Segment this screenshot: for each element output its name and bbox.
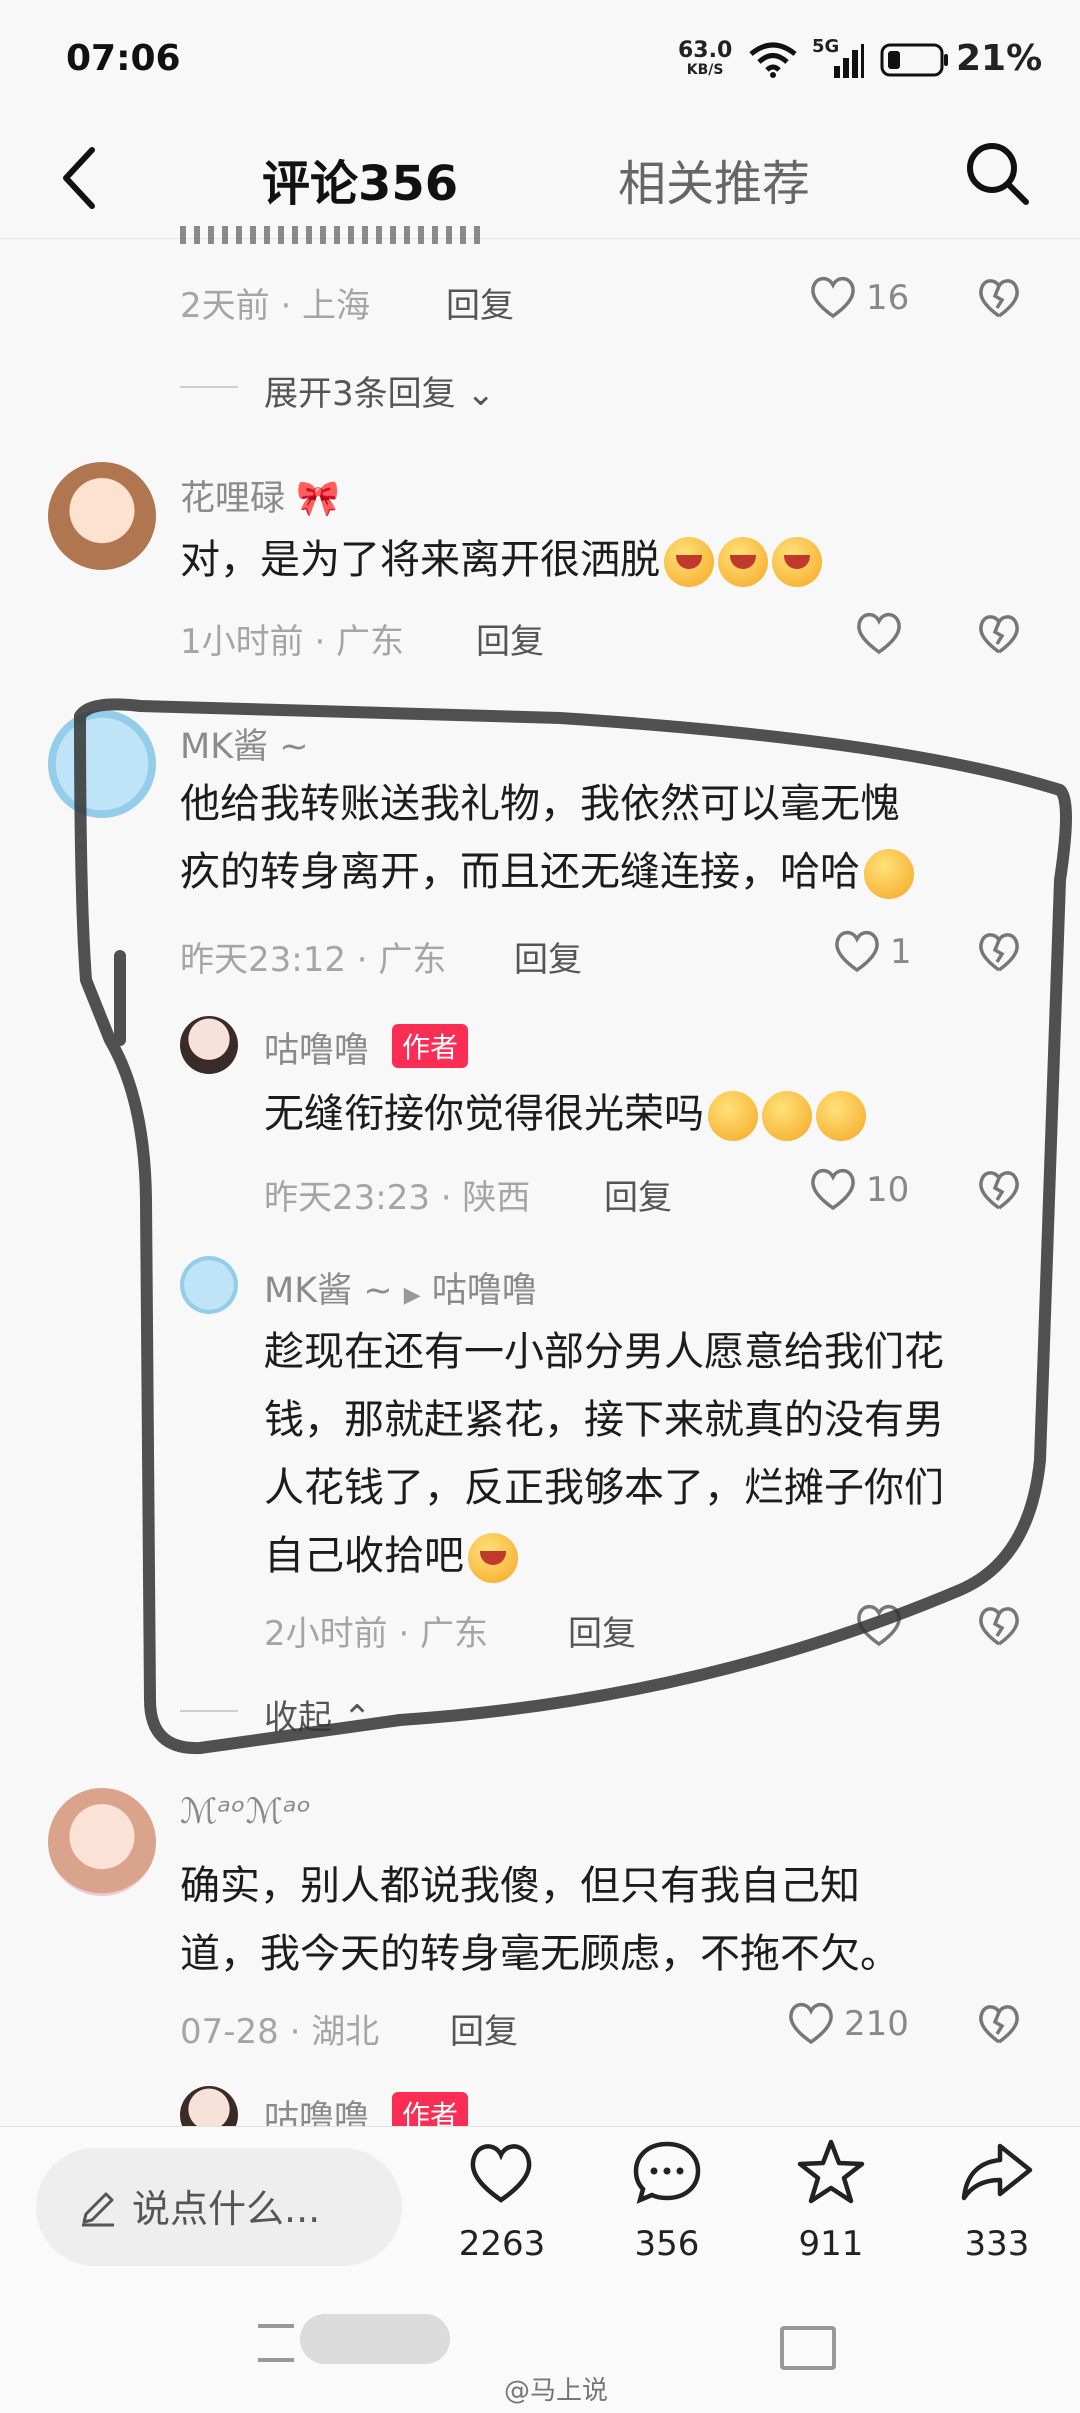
signal-icon [834,44,864,78]
reply-button[interactable]: 回复 [476,614,544,663]
status-bar: 07:06 63.0 KB/S 5G 21% [0,0,1080,120]
emoji-icon [708,1091,758,1141]
comment-text: 对，是为了将来离开很洒脱 [180,526,822,594]
expand-replies-button[interactable]: 展开3条回复 ⌄ [264,366,495,415]
reply-button[interactable]: 回复 [604,1170,672,1219]
like-icon[interactable] [786,2000,836,2046]
app-watermark-logo [300,2314,450,2364]
like-icon[interactable] [808,1166,858,1212]
like-icon[interactable] [854,610,904,656]
emoji-icon [718,537,768,587]
battery-icon [880,43,948,77]
like-icon[interactable] [466,2140,536,2206]
comment-text-line: 疚的转身离开，而且还无缝连接，哈哈 [180,838,914,906]
username[interactable]: ℳᵃᵒℳᵃᵒ [180,1792,311,1832]
reply-meta: 2小时前 · 广东 [264,1614,489,1654]
reply-text-line: 人花钱了，反正我够本了，烂摊子你们 [264,1465,944,1511]
scrolled-text-fragment [180,226,480,246]
like-total: 2263 [458,2224,546,2264]
reply-text-line: 钱，那就赶紧花，接下来就真的没有男 [264,1397,944,1443]
username[interactable]: 咕噜噜 [264,1022,369,1073]
network-speed: 63.0 KB/S [678,38,733,79]
avatar[interactable] [180,1256,238,1314]
comment-text-line: 道，我今天的转身毫无顾虑，不拖不欠。 [180,1931,900,1977]
avatar[interactable] [48,462,156,570]
divider-dash [180,1710,238,1712]
comment-meta: 2天前 · 上海 [180,286,371,326]
dislike-icon[interactable] [976,1604,1022,1648]
collapse-replies-button[interactable]: 收起 ⌃ [264,1690,371,1739]
like-icon[interactable] [808,274,858,320]
recent-apps-icon[interactable] [780,2326,836,2370]
tab-comments[interactable]: 评论356 [262,144,458,214]
like-icon[interactable] [854,1602,904,1648]
username[interactable]: MK酱 ~ [180,718,309,769]
tab-related[interactable]: 相关推荐 [618,144,810,214]
reply-text: 无缝衔接你觉得很光荣吗 [264,1080,866,1148]
like-count: 16 [866,278,910,318]
like-count: 10 [866,1170,910,1210]
reply-button[interactable]: 回复 [514,932,582,981]
battery-percent: 21% [956,38,1043,79]
dislike-icon[interactable] [976,1168,1022,1212]
reply-text-line: 趁现在还有一小部分男人愿意给我们花 [264,1329,944,1375]
watermark: @马上说 [504,2376,609,2406]
dislike-icon[interactable] [976,276,1022,320]
reply-button[interactable]: 回复 [568,1606,636,1655]
bow-icon: 🎀 [296,479,340,519]
like-icon[interactable] [832,928,882,974]
like-count: 1 [890,932,912,972]
comment-input-placeholder[interactable]: 说点什么... [132,2178,320,2233]
status-time: 07:06 [66,38,181,79]
emoji-icon [664,537,714,587]
dislike-icon[interactable] [976,2002,1022,2046]
emoji-icon [762,1091,812,1141]
search-icon[interactable] [962,138,1032,208]
reply-text-line: 自己收拾吧 [264,1522,518,1590]
comment-meta: 昨天23:12 · 广东 [180,940,447,980]
avatar[interactable] [48,1788,156,1896]
chevron-up-icon: ⌃ [342,1698,372,1738]
comment-text-line: 他给我转账送我礼物，我依然可以毫无愧 [180,781,900,827]
star-icon[interactable] [796,2138,866,2206]
emoji-icon [864,849,914,899]
reply-button[interactable]: 回复 [446,278,514,327]
wifi-icon [749,42,797,78]
favorite-total: 911 [798,2224,864,2264]
reply-meta: 昨天23:23 · 陕西 [264,1178,531,1218]
emoji-icon [468,1533,518,1583]
menu-icon[interactable] [258,2324,294,2362]
dislike-icon[interactable] [976,612,1022,656]
like-count: 210 [844,2004,909,2044]
divider-dash [180,386,238,388]
reply-username[interactable]: MK酱 ~ ▶ 咕噜噜 [264,1262,537,1313]
pencil-icon [82,2192,114,2227]
comment-text-line: 确实，别人都说我傻，但只有我自己知 [180,1863,860,1909]
back-icon[interactable] [60,146,100,210]
author-badge: 作者 [392,1024,469,1068]
comment-meta: 07-28 · 湖北 [180,2012,380,2052]
avatar[interactable] [48,710,156,818]
comment-total: 356 [634,2224,700,2264]
reply-arrow-icon: ▶ [403,1283,421,1308]
reply-button[interactable]: 回复 [450,2004,518,2053]
annotation-scribble [74,698,1072,1755]
emoji-icon [772,537,822,587]
share-icon[interactable] [960,2140,1034,2204]
comment-meta: 1小时前 · 广东 [180,622,405,662]
comment-icon[interactable] [632,2140,702,2206]
emoji-icon [816,1091,866,1141]
avatar[interactable] [180,1016,238,1074]
comments-header: 评论356 相关推荐 [0,120,1080,239]
share-total: 333 [964,2224,1030,2264]
username[interactable]: 花哩碌 🎀 [180,470,340,521]
chevron-down-icon: ⌄ [466,374,495,414]
dislike-icon[interactable] [976,930,1022,974]
